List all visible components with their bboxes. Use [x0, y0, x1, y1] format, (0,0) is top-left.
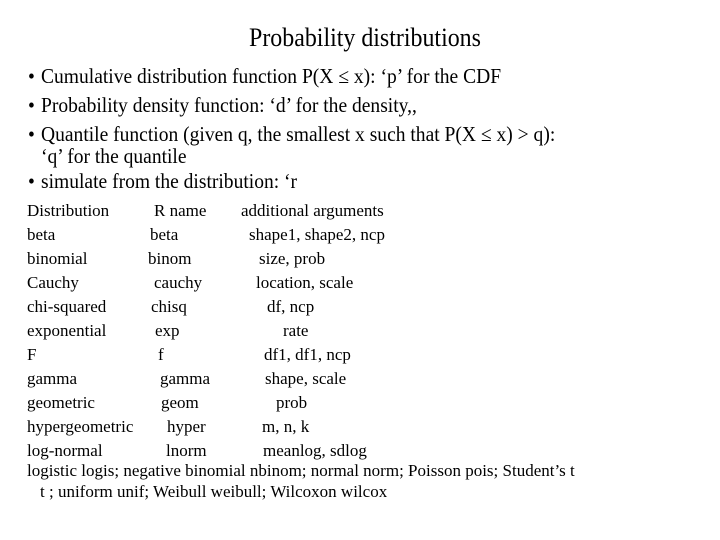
cell-distribution: geometric [27, 393, 95, 412]
cell-r-name: chisq [151, 297, 187, 316]
other-distributions-line-1: logistic logis; negative binomial nbinom… [27, 461, 575, 480]
bullet-continuation: ‘q’ for the quantile [41, 144, 187, 168]
cell-r-name: geom [161, 393, 199, 412]
cell-distribution: Cauchy [27, 273, 79, 292]
slide-title: Probability distributions [249, 23, 481, 52]
bullet-item-density: • Probability density function: ‘d’ for … [28, 93, 670, 117]
cell-r-name: gamma [160, 369, 211, 388]
bullet-text: Probability density function: ‘d’ for th… [41, 93, 417, 117]
cell-r-name: exp [155, 321, 180, 340]
cell-arguments: rate [283, 321, 309, 340]
cell-arguments: size, prob [259, 249, 326, 268]
bullet-text: Quantile function (given q, the smallest… [41, 122, 556, 146]
cell-arguments: df, ncp [267, 297, 315, 316]
bullet-item-quantile: • Quantile function (given q, the smalle… [28, 122, 670, 168]
bullet-text: Cumulative distribution function P(X ≤ x… [41, 64, 502, 88]
bullet-marker: • [28, 122, 35, 146]
bullet-marker: • [28, 93, 35, 117]
cell-arguments: shape, scale [265, 369, 347, 388]
cell-distribution: F [27, 345, 37, 364]
other-distributions: logistic logis; negative binomial nbinom… [27, 460, 575, 502]
bullet-item-simulate: • simulate from the distribution: ‘r [28, 169, 670, 193]
header-r-name: R name [154, 201, 207, 220]
cell-distribution: hypergeometric [27, 417, 134, 436]
bullet-list: • Cumulative distribution function P(X ≤… [28, 64, 718, 198]
cell-arguments: m, n, k [262, 417, 310, 436]
cell-arguments: shape1, shape2, ncp [249, 225, 385, 244]
cell-distribution: exponential [27, 321, 107, 340]
cell-r-name: hyper [167, 417, 206, 436]
bullet-marker: • [28, 64, 35, 88]
cell-r-name: binom [148, 249, 192, 268]
cell-distribution: beta [27, 225, 56, 244]
cell-distribution: binomial [27, 249, 88, 268]
header-distribution: Distribution [27, 201, 110, 220]
cell-distribution: gamma [27, 369, 78, 388]
cell-arguments: prob [276, 393, 308, 412]
cell-r-name: f [158, 345, 164, 364]
cell-r-name: cauchy [154, 273, 203, 292]
bullet-item-cdf: • Cumulative distribution function P(X ≤… [28, 64, 670, 88]
other-distributions-line-2: t ; uniform unif; Weibull weibull; Wilco… [40, 482, 388, 501]
bullet-marker: • [28, 169, 35, 193]
bullet-text: simulate from the distribution: ‘r [41, 169, 298, 193]
cell-distribution: chi-squared [27, 297, 107, 316]
header-additional-arguments: additional arguments [241, 201, 384, 220]
cell-arguments: df1, df1, ncp [264, 345, 351, 364]
cell-r-name: beta [150, 225, 179, 244]
cell-arguments: location, scale [256, 273, 354, 292]
